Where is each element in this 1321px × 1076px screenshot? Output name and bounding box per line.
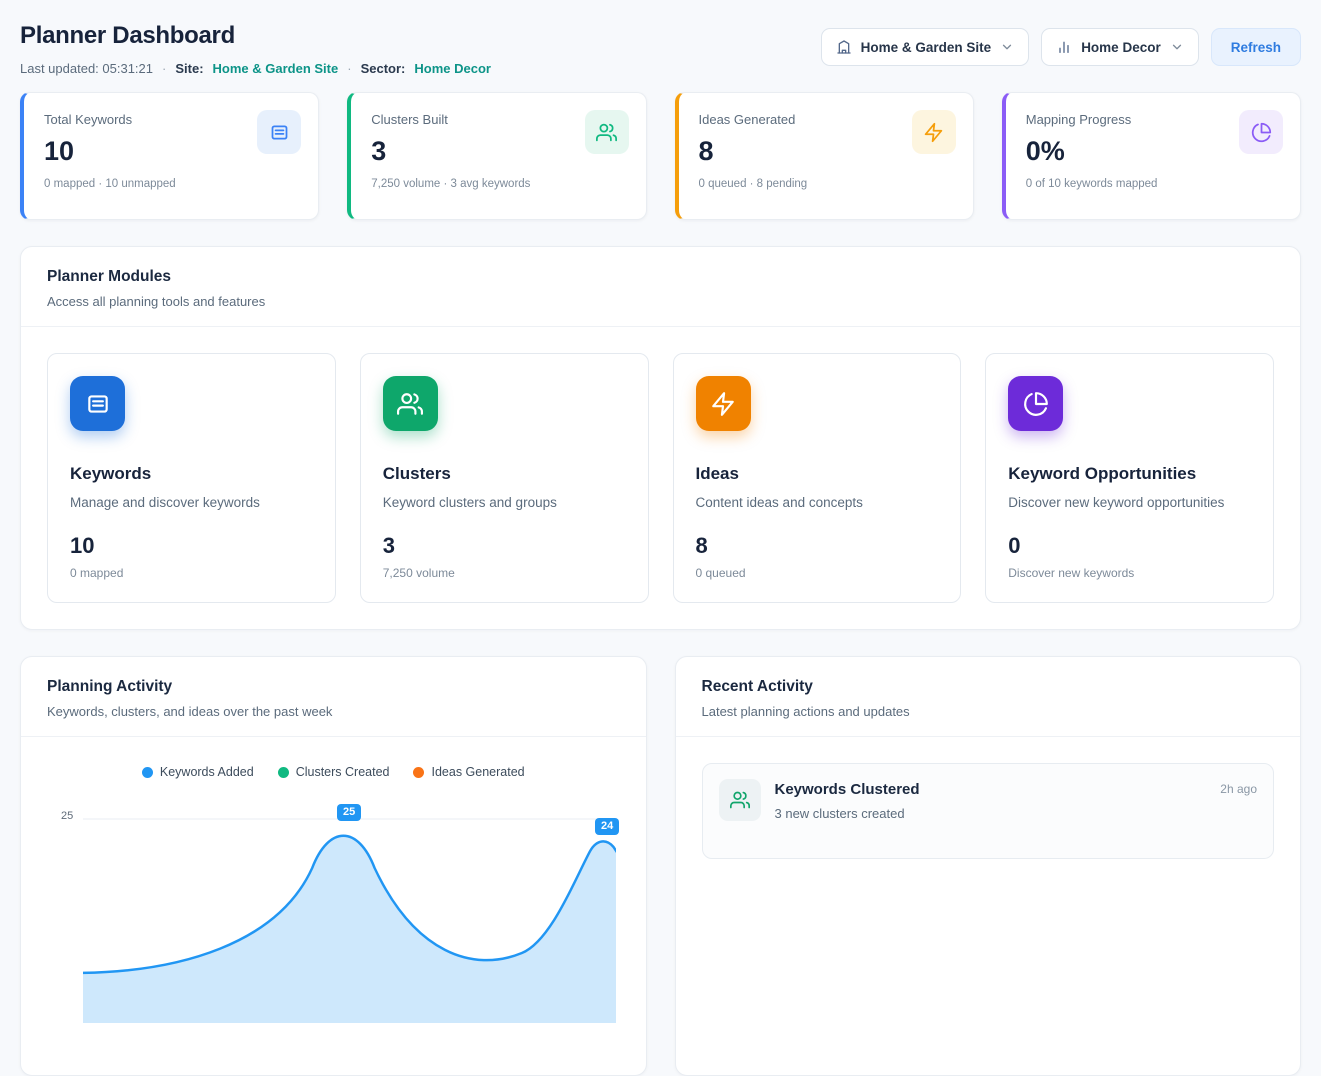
site-selector-dropdown[interactable]: Home & Garden Site <box>821 28 1030 66</box>
module-value: 0 <box>1008 533 1251 559</box>
module-detail: Discover new keywords <box>1008 566 1251 580</box>
activity-item-keywords-clustered: Keywords Clustered 3 new clusters create… <box>702 763 1275 859</box>
panel-title: Planning Activity <box>47 678 620 696</box>
planning-activity-panel: Planning Activity Keywords, clusters, an… <box>20 656 647 1076</box>
refresh-button[interactable]: Refresh <box>1211 28 1301 66</box>
module-title: Keyword Opportunities <box>1008 464 1251 484</box>
panel-subtitle: Keywords, clusters, and ideas over the p… <box>47 704 620 719</box>
module-description: Keyword clusters and groups <box>383 495 626 510</box>
panel-subtitle: Access all planning tools and features <box>47 294 1274 309</box>
sector-label: Sector: <box>361 61 406 76</box>
activity-timestamp: 2h ago <box>1220 782 1257 796</box>
legend-item-clusters-created: Clusters Created <box>278 765 390 779</box>
module-card-ideas[interactable]: Ideas Content ideas and concepts 8 0 que… <box>673 353 962 603</box>
module-description: Content ideas and concepts <box>696 495 939 510</box>
activity-description: 3 new clusters created <box>775 806 1207 821</box>
bolt-icon <box>696 376 751 431</box>
legend-dot-icon <box>278 767 289 778</box>
module-title: Clusters <box>383 464 626 484</box>
separator-dot: · <box>162 61 166 76</box>
users-icon <box>383 376 438 431</box>
stat-card-total-keywords: Total Keywords 10 0 mapped · 10 unmapped <box>20 92 319 220</box>
modules-grid: Keywords Manage and discover keywords 10… <box>21 327 1300 629</box>
planning-activity-body: Keywords Added Clusters Created Ideas Ge… <box>21 737 646 1049</box>
stat-card-mapping-progress: Mapping Progress 0% 0 of 10 keywords map… <box>1002 92 1301 220</box>
recent-activity-body: Keywords Clustered 3 new clusters create… <box>676 737 1301 885</box>
legend-label: Keywords Added <box>160 765 254 779</box>
stat-card-ideas-generated: Ideas Generated 8 0 queued · 8 pending <box>675 92 974 220</box>
legend-dot-icon <box>142 767 153 778</box>
module-card-keywords[interactable]: Keywords Manage and discover keywords 10… <box>47 353 336 603</box>
panel-header: Planner Modules Access all planning tool… <box>21 247 1300 327</box>
stat-detail: 0 of 10 keywords mapped <box>1026 178 1280 190</box>
module-description: Discover new keyword opportunities <box>1008 495 1251 510</box>
header: Planner Dashboard Last updated: 05:31:21… <box>20 22 1301 76</box>
sector-link[interactable]: Home Decor <box>414 61 491 76</box>
data-point-label: 25 <box>337 804 361 821</box>
users-icon <box>719 779 761 821</box>
module-detail: 7,250 volume <box>383 566 626 580</box>
header-controls: Home & Garden Site Home Decor Refresh <box>821 28 1301 66</box>
sector-selector-dropdown[interactable]: Home Decor <box>1041 28 1199 66</box>
bar-chart-icon <box>1056 39 1072 55</box>
module-description: Manage and discover keywords <box>70 495 313 510</box>
activity-title: Keywords Clustered <box>775 781 1207 798</box>
activity-texts: Keywords Clustered 3 new clusters create… <box>775 779 1207 821</box>
module-detail: 0 queued <box>696 566 939 580</box>
module-value: 8 <box>696 533 939 559</box>
legend-label: Clusters Created <box>296 765 390 779</box>
stat-card-clusters-built: Clusters Built 3 7,250 volume · 3 avg ke… <box>347 92 646 220</box>
stats-row: Total Keywords 10 0 mapped · 10 unmapped… <box>20 92 1301 220</box>
stat-detail: 0 queued · 8 pending <box>699 178 953 190</box>
last-updated: Last updated: 05:31:21 <box>20 61 153 76</box>
page-title: Planner Dashboard <box>20 22 491 50</box>
area-chart-svg <box>83 793 616 1023</box>
separator-dot: · <box>347 61 351 76</box>
panel-header: Recent Activity Latest planning actions … <box>676 657 1301 737</box>
meta-line: Last updated: 05:31:21 · Site: Home & Ga… <box>20 61 491 76</box>
site-label: Site: <box>175 61 203 76</box>
document-icon <box>70 376 125 431</box>
data-point-label: 24 <box>595 818 619 835</box>
chart-legend: Keywords Added Clusters Created Ideas Ge… <box>47 763 620 779</box>
activity-area-chart: 25 25 24 <box>47 793 620 1023</box>
pie-chart-icon <box>1239 110 1283 154</box>
legend-label: Ideas Generated <box>431 765 524 779</box>
module-card-keyword-opportunities[interactable]: Keyword Opportunities Discover new keywo… <box>985 353 1274 603</box>
building-icon <box>836 39 852 55</box>
site-selector-label: Home & Garden Site <box>861 40 992 55</box>
stat-detail: 0 mapped · 10 unmapped <box>44 178 298 190</box>
site-link[interactable]: Home & Garden Site <box>213 61 339 76</box>
sector-selector-label: Home Decor <box>1081 40 1161 55</box>
document-icon <box>257 110 301 154</box>
bolt-icon <box>912 110 956 154</box>
bottom-row: Planning Activity Keywords, clusters, an… <box>20 630 1301 1076</box>
y-axis-tick: 25 <box>61 810 73 822</box>
legend-item-ideas-generated: Ideas Generated <box>413 765 524 779</box>
planner-modules-panel: Planner Modules Access all planning tool… <box>20 246 1301 630</box>
panel-title: Planner Modules <box>47 268 1274 286</box>
module-card-clusters[interactable]: Clusters Keyword clusters and groups 3 7… <box>360 353 649 603</box>
legend-item-keywords-added: Keywords Added <box>142 765 254 779</box>
users-icon <box>585 110 629 154</box>
chevron-down-icon <box>1170 40 1184 54</box>
stat-detail: 7,250 volume · 3 avg keywords <box>371 178 625 190</box>
chevron-down-icon <box>1000 40 1014 54</box>
module-title: Ideas <box>696 464 939 484</box>
module-value: 10 <box>70 533 313 559</box>
panel-subtitle: Latest planning actions and updates <box>702 704 1275 719</box>
recent-activity-panel: Recent Activity Latest planning actions … <box>675 656 1302 1076</box>
panel-header: Planning Activity Keywords, clusters, an… <box>21 657 646 737</box>
module-title: Keywords <box>70 464 313 484</box>
legend-dot-icon <box>413 767 424 778</box>
module-value: 3 <box>383 533 626 559</box>
module-detail: 0 mapped <box>70 566 313 580</box>
panel-title: Recent Activity <box>702 678 1275 696</box>
pie-chart-icon <box>1008 376 1063 431</box>
